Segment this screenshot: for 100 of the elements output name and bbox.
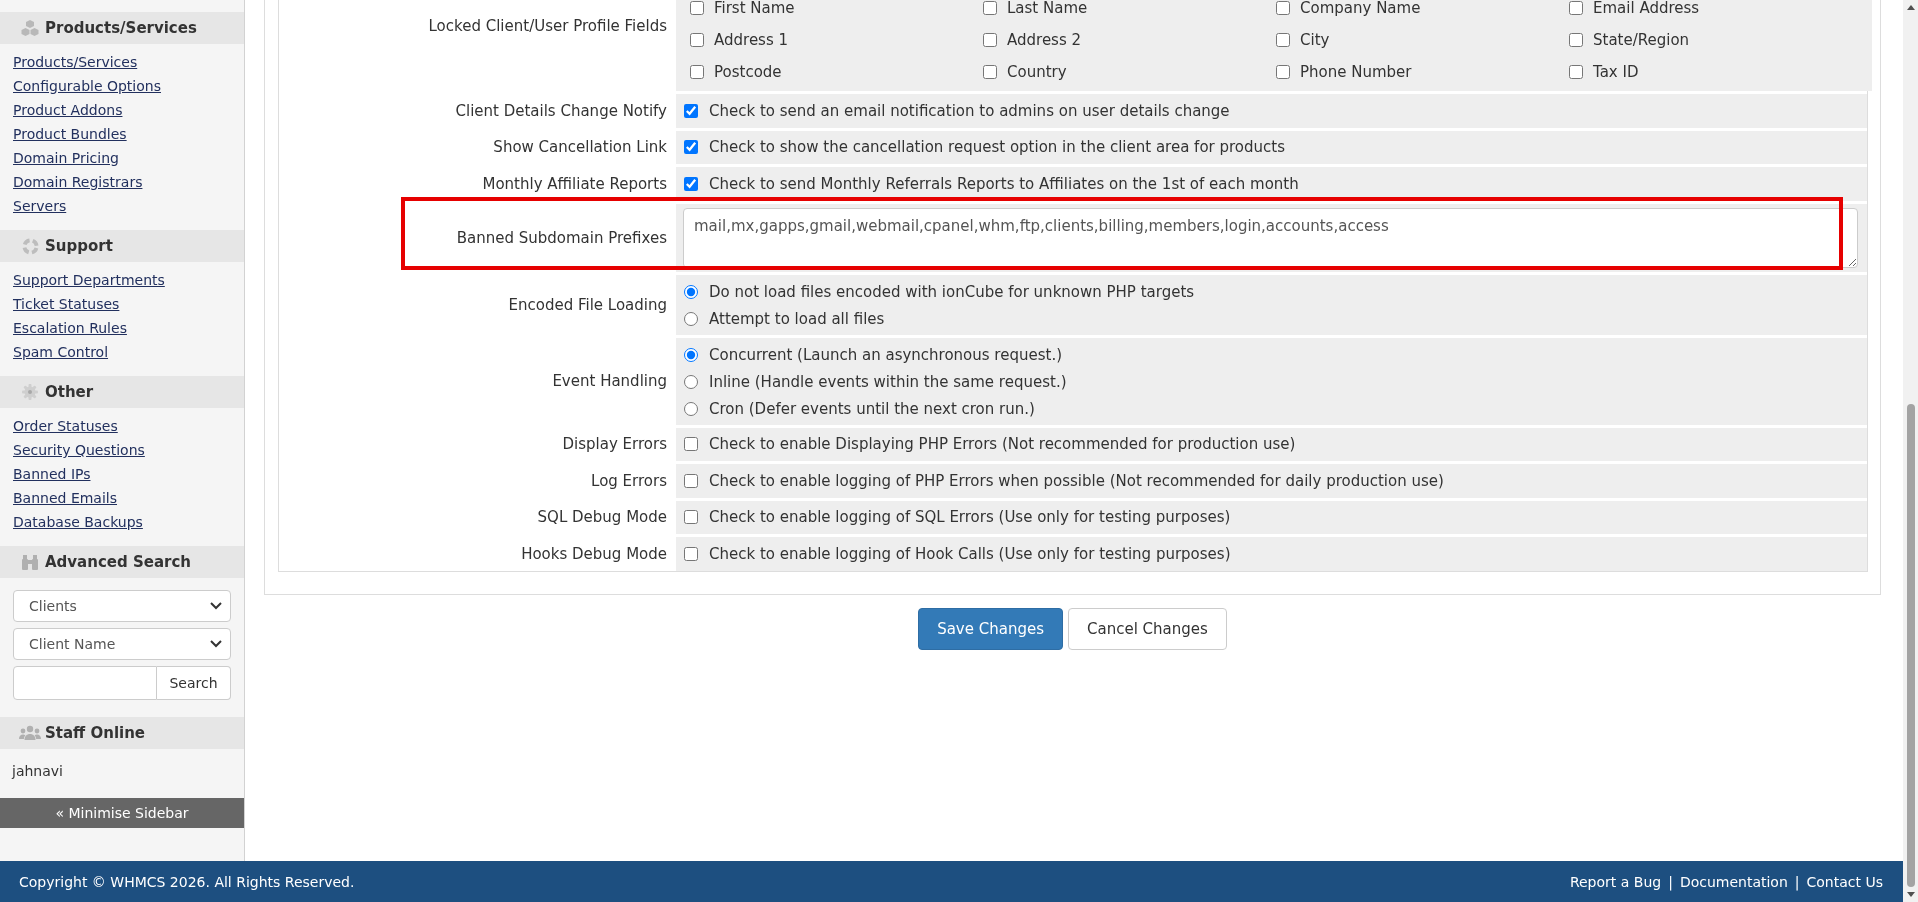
checkbox[interactable]: [684, 103, 698, 118]
checkbox-label: Check to send an email notification to admins on user details change: [709, 101, 1230, 120]
sidebar-link[interactable]: Domain Registrars: [13, 170, 143, 194]
sidebar-link[interactable]: Order Statuses: [13, 414, 118, 438]
checkbox-label: Last Name: [1007, 0, 1088, 17]
sidebar-link[interactable]: Database Backups: [13, 510, 143, 534]
sidebar-link[interactable]: Banned IPs: [13, 462, 91, 486]
radio-label: Cron (Defer events until the next cron run.): [709, 400, 1035, 418]
setting-label: Event Handling: [552, 371, 667, 391]
section-title: Products/Services: [45, 19, 198, 37]
users-icon: [19, 725, 41, 741]
checkbox-label: Company Name: [1300, 0, 1421, 17]
scrollbar-thumb[interactable]: [1906, 404, 1915, 887]
search-button[interactable]: Search: [157, 666, 231, 700]
checkbox-label: First Name: [714, 0, 795, 17]
sidebar-link[interactable]: Product Addons: [13, 98, 123, 122]
radio-label: Concurrent (Launch an asynchronous request.): [709, 346, 1062, 364]
radio-button[interactable]: [684, 348, 698, 362]
checkbox[interactable]: [1569, 65, 1583, 79]
checkbox[interactable]: [1569, 33, 1583, 47]
radio-button[interactable]: [684, 402, 698, 416]
setting-label: Encoded File Loading: [508, 294, 667, 315]
checkbox[interactable]: [690, 1, 704, 15]
checkbox-label: Check to send Monthly Referrals Reports to Affiliates on the 1st of each month: [709, 174, 1299, 193]
checkbox[interactable]: [1276, 33, 1290, 47]
checkbox-label: Email Address: [1593, 0, 1700, 17]
dropdown[interactable]: Clients: [13, 590, 231, 622]
checkbox-label: Country: [1007, 63, 1067, 81]
search-field[interactable]: [13, 666, 157, 700]
checkbox[interactable]: [690, 33, 704, 47]
checkbox[interactable]: [983, 1, 997, 15]
gear-icon: [22, 384, 38, 400]
section-title: Staff Online: [45, 724, 147, 742]
save-button[interactable]: Save Changes: [918, 607, 1063, 650]
footer-link[interactable]: Documentation: [1679, 873, 1788, 890]
sidebar-link[interactable]: Escalation Rules: [13, 316, 127, 340]
checkbox-label: City: [1300, 31, 1330, 49]
checkbox[interactable]: [684, 546, 698, 561]
link-separator: |: [1794, 873, 1800, 890]
sidebar-link[interactable]: Domain Pricing: [13, 146, 119, 170]
sidebar-link[interactable]: Security Questions: [13, 438, 145, 462]
checkbox[interactable]: [983, 33, 997, 47]
chevron-down-icon: [210, 602, 222, 610]
radio-button[interactable]: [684, 312, 698, 326]
checkbox[interactable]: [1569, 1, 1583, 15]
radio-label: Do not load files encoded with ionCube for unknown PHP targets: [709, 283, 1195, 301]
footer-link[interactable]: Contact Us: [1806, 873, 1883, 890]
footer-link[interactable]: Report a Bug: [1569, 873, 1662, 890]
section-title: Support: [45, 237, 114, 255]
checkbox[interactable]: [690, 65, 704, 79]
link-separator: |: [1668, 873, 1673, 890]
checkbox[interactable]: [684, 176, 698, 191]
sidebar-link[interactable]: Ticket Statuses: [13, 292, 120, 316]
chevron-down-icon: [210, 640, 222, 648]
checkbox-label: Check to enable Displaying PHP Errors (Not recommended for production use): [709, 435, 1296, 454]
sidebar-link[interactable]: Configurable Options: [13, 74, 161, 98]
sidebar-link[interactable]: Product Bundles: [13, 122, 127, 146]
copyright-text: Copyright © WHMCS 2026. All Rights Reserved.: [19, 873, 355, 890]
checkbox[interactable]: [1276, 1, 1290, 15]
setting-label: Show Cancellation Link: [493, 137, 667, 158]
dropdown[interactable]: Client Name: [13, 628, 231, 660]
setting-label: Log Errors: [591, 470, 667, 491]
checkbox-label: Address 1: [714, 31, 789, 49]
checkbox[interactable]: [1276, 65, 1290, 79]
scroll-down-icon[interactable]: [1906, 892, 1915, 897]
sidebar-link[interactable]: Banned Emails: [13, 486, 117, 510]
sidebar-link[interactable]: Spam Control: [13, 340, 109, 364]
setting-label: Monthly Affiliate Reports: [482, 173, 667, 194]
life-ring-icon: [21, 237, 39, 255]
setting-label: Locked Client/User Profile Fields: [428, 16, 667, 36]
checkbox[interactable]: [684, 473, 698, 488]
section-title: Other: [45, 383, 95, 401]
scroll-up-icon[interactable]: [1906, 5, 1915, 10]
staff-name: jahnavi: [12, 762, 63, 781]
radio-button[interactable]: [684, 375, 698, 389]
checkbox[interactable]: [684, 140, 698, 155]
checkbox[interactable]: [684, 437, 698, 452]
checkbox-label: Postcode: [714, 63, 782, 81]
cancel-button[interactable]: Cancel Changes: [1068, 607, 1227, 650]
checkbox-label: Tax ID: [1593, 63, 1639, 81]
binoculars-icon: [21, 554, 39, 570]
checkbox[interactable]: [983, 65, 997, 79]
text-area[interactable]: mail,mx,gapps,gmail,webmail,cpanel,whm,ftp,clients,billing,members,login,accounts,access: [683, 207, 1858, 268]
checkbox[interactable]: [684, 510, 698, 525]
collapse-sidebar-button[interactable]: « Minimise Sidebar: [0, 798, 244, 828]
radio-button[interactable]: [684, 285, 698, 299]
radio-label: Inline (Handle events within the same request.): [709, 373, 1067, 391]
sidebar-link[interactable]: Support Departments: [13, 268, 165, 292]
section-title: Advanced Search: [45, 553, 192, 571]
checkbox-label: Check to enable logging of PHP Errors when possible (Not recommended for daily production use): [709, 471, 1444, 490]
setting-label: Banned Subdomain Prefixes: [456, 227, 667, 248]
setting-label: Hooks Debug Mode: [521, 543, 667, 564]
sidebar-link[interactable]: Products/Services: [13, 50, 138, 74]
sidebar-link[interactable]: Servers: [13, 194, 67, 218]
setting-label: SQL Debug Mode: [537, 507, 667, 528]
setting-label: Client Details Change Notify: [455, 100, 667, 121]
checkbox-label: Check to show the cancellation request option in the client area for products: [709, 138, 1285, 157]
setting-label: Display Errors: [562, 434, 667, 455]
cubes-icon: [21, 20, 39, 36]
checkbox-label: State/Region: [1593, 31, 1690, 49]
